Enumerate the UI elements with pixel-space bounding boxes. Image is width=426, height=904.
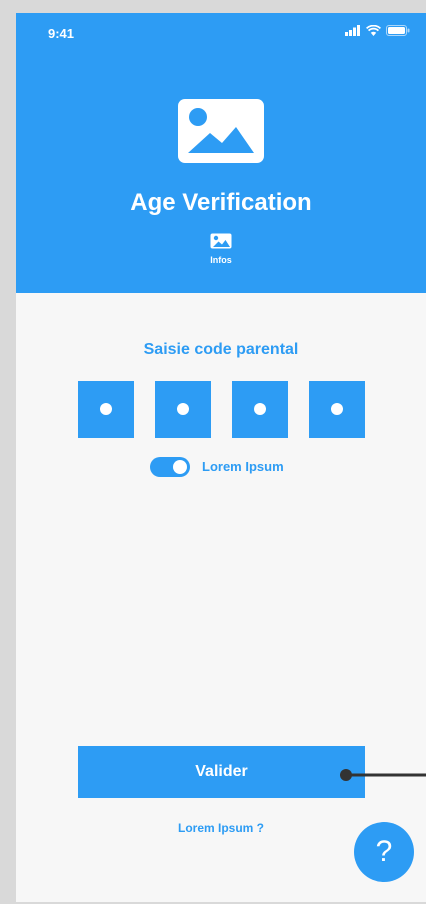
page-title: Age Verification [130, 189, 312, 216]
code-dot [331, 403, 343, 415]
section-title: Saisie code parental [143, 341, 299, 358]
wifi-icon [366, 25, 381, 36]
lorem-toggle[interactable] [150, 457, 190, 477]
code-digit-3[interactable] [232, 381, 288, 438]
image-icon [210, 233, 232, 249]
toggle-knob [173, 460, 187, 474]
code-digit-4[interactable] [309, 381, 365, 438]
phone-screen: 9:41 Age Verification Infos Saisie code … [16, 13, 426, 902]
toggle-label: Lorem Ipsum [202, 459, 284, 474]
help-button[interactable]: ? [354, 822, 414, 882]
infos-label: Infos [210, 255, 232, 265]
code-dot [254, 403, 266, 415]
validate-button[interactable]: Valider [78, 746, 365, 798]
annotation-connector [340, 769, 426, 781]
infos[interactable]: Infos [204, 233, 238, 265]
header: 9:41 Age Verification Infos [16, 13, 426, 293]
code-digit-1[interactable] [78, 381, 134, 438]
status-time: 9:41 [48, 26, 75, 41]
code-dot [177, 403, 189, 415]
code-digit-2[interactable] [155, 381, 211, 438]
code-dot [100, 403, 112, 415]
image-icon [178, 99, 264, 163]
parental-code-input[interactable] [78, 381, 368, 438]
status-icons [345, 25, 410, 36]
signal-icon [345, 25, 360, 36]
battery-icon [386, 25, 410, 36]
